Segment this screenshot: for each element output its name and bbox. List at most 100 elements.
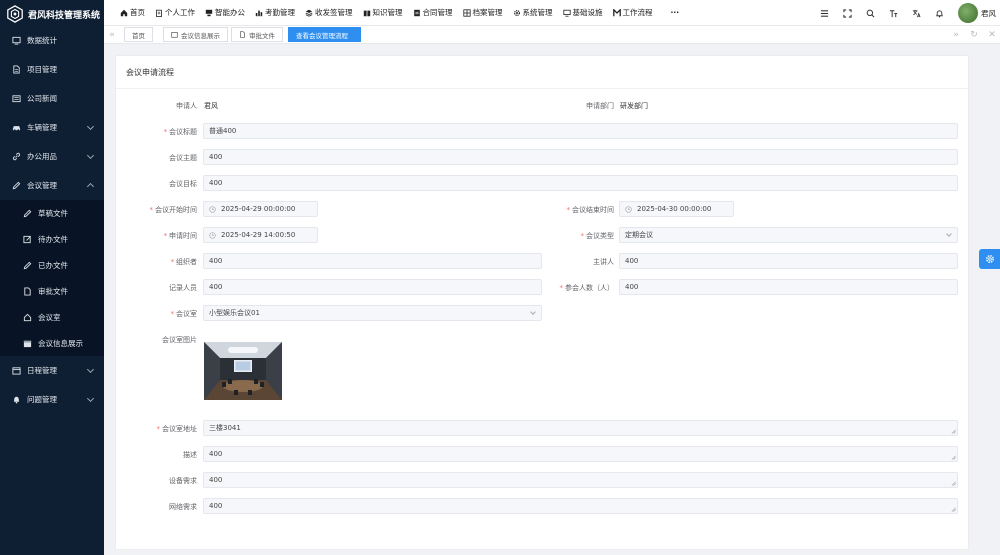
topnav-home[interactable]: 首页	[120, 7, 145, 18]
tags-scroll-right-icon[interactable]: »	[948, 26, 964, 44]
submenu-item-label: 审批文件	[38, 286, 68, 296]
recorder-label: 记录人员	[169, 284, 197, 292]
meeting-room-photo	[204, 342, 282, 400]
close-icon[interactable]: ✕	[984, 26, 1000, 44]
room-select[interactable]: 小型娱乐会议01	[203, 305, 542, 321]
attendees-input[interactable]: 400	[619, 279, 958, 295]
speaker-input[interactable]: 400	[619, 253, 958, 269]
equipment-textarea[interactable]: 400	[203, 472, 958, 488]
topnav-label: 基础设施	[572, 8, 603, 17]
bell-icon[interactable]	[935, 9, 944, 18]
organizer-input[interactable]: 400	[203, 253, 542, 269]
meeting-title-label: * 会议标题	[163, 128, 198, 136]
submenu-item-rooms[interactable]: 会议室	[0, 304, 104, 330]
translate-icon[interactable]	[912, 9, 921, 18]
end-time-picker[interactable]: 2025-04-30 00:00:00	[619, 201, 734, 217]
topnav-contracts[interactable]: 合同管理	[413, 7, 453, 18]
submenu-item-drafts[interactable]: 草稿文件	[0, 200, 104, 226]
room-image[interactable]	[204, 342, 282, 400]
submenu-item-todo[interactable]: 待办文件	[0, 226, 104, 252]
settings-float-button[interactable]	[979, 249, 1000, 269]
apply-time-picker[interactable]: 2025-04-29 14:00:50	[203, 227, 318, 243]
tag-label: 审批文件	[249, 31, 275, 40]
tag-meeting-flow-active[interactable]: 查看会议管理流程	[288, 27, 361, 42]
meeting-type-select[interactable]: 定期会议	[619, 227, 958, 243]
topnav-archives[interactable]: 档案管理	[462, 7, 503, 18]
resize-handle-icon[interactable]	[951, 455, 956, 460]
tag-meeting-info[interactable]: 会议信息展示	[163, 27, 228, 42]
sidebar-item-vehicles[interactable]: 车辆管理	[0, 113, 104, 142]
search-icon[interactable]	[866, 9, 875, 18]
submenu-item-meeting-info[interactable]: 会议信息展示	[0, 330, 104, 356]
topnav-label: 智能办公	[215, 8, 245, 17]
sidebar-item-news[interactable]: 公司新闻	[0, 84, 104, 113]
start-time-picker[interactable]: 2025-04-29 00:00:00	[203, 201, 318, 217]
organizer-label: * 组织者	[170, 258, 198, 266]
subject-input[interactable]: 400	[203, 149, 958, 165]
topnav-label: 工作流程	[622, 8, 653, 17]
font-size-icon[interactable]	[889, 9, 898, 18]
resize-handle-icon[interactable]	[951, 481, 956, 486]
calendar-icon	[12, 367, 21, 375]
network-textarea[interactable]: 400	[203, 498, 958, 514]
topnav-infrastructure[interactable]: 基础设施	[562, 7, 603, 18]
logo[interactable]: 君风科技管理系统	[0, 0, 104, 28]
goal-label: 会议目标	[169, 180, 197, 188]
sidebar-item-supplies[interactable]: 办公用品	[0, 142, 104, 171]
document-icon	[240, 31, 245, 38]
link-icon	[12, 152, 21, 161]
top-right-tools: 君风	[820, 0, 1000, 26]
sidebar-item-label: 办公用品	[27, 152, 57, 161]
submenu-item-approval[interactable]: 审批文件	[0, 278, 104, 304]
menu-icon[interactable]	[820, 9, 829, 18]
topnav-system[interactable]: 系统管理	[513, 7, 553, 18]
topnav-attendance[interactable]: 考勤管理	[255, 7, 295, 18]
goal-input[interactable]: 400	[203, 175, 958, 191]
workflow-icon	[612, 8, 621, 16]
subject-label: 会议主题	[169, 154, 197, 162]
topnav-more[interactable]: ···	[671, 8, 680, 17]
clock-icon	[625, 205, 632, 213]
submenu-item-label: 已办文件	[38, 260, 68, 270]
chevron-down-icon	[86, 122, 95, 131]
tag-approval[interactable]: 审批文件	[231, 27, 283, 42]
sidebar-item-stats[interactable]: 数据统计	[0, 26, 104, 55]
sidebar-item-issues[interactable]: 问题管理	[0, 385, 104, 414]
avatar[interactable]	[958, 3, 978, 23]
username[interactable]: 君风	[981, 8, 996, 19]
sidebar-item-schedule[interactable]: 日程管理	[0, 356, 104, 385]
sidebar-item-label: 会议管理	[27, 181, 57, 190]
topnav-knowledge[interactable]: 知识管理	[363, 7, 403, 18]
chevron-up-icon	[86, 182, 95, 191]
gear-icon	[513, 9, 520, 16]
sidebar: 君风科技管理系统 数据统计 项目管理 公司新闻 车辆管理 办公用品 会议管理 草…	[0, 0, 104, 555]
topnav-smart-office[interactable]: 智能办公	[205, 7, 245, 18]
car-icon	[12, 126, 21, 132]
clock-icon	[209, 231, 216, 239]
resize-handle-icon[interactable]	[951, 429, 956, 434]
address-textarea[interactable]: 三楼3041	[203, 420, 958, 436]
room-image-label: 会议室图片	[162, 336, 197, 344]
sidebar-item-meetings[interactable]: 会议管理	[0, 171, 104, 200]
dept-value: 研发部门	[620, 102, 648, 110]
applicant-label: 申请人	[176, 102, 197, 110]
meeting-title-input[interactable]: 普通400	[203, 123, 958, 139]
fullscreen-icon[interactable]	[843, 8, 852, 18]
submenu-item-label: 会议室	[38, 312, 61, 322]
desc-textarea[interactable]: 400	[203, 446, 958, 462]
submenu-item-done[interactable]: 已办文件	[0, 252, 104, 278]
tags-scroll-left-icon[interactable]: «	[104, 26, 120, 44]
topnav-workflow[interactable]: 工作流程	[612, 7, 653, 18]
chevron-down-icon	[86, 365, 95, 374]
tag-home[interactable]: 首页	[124, 27, 153, 42]
layers-icon	[305, 9, 313, 17]
recorder-input[interactable]: 400	[203, 279, 542, 295]
contract-icon	[413, 9, 420, 16]
topnav-dispatch[interactable]: 收发签管理	[305, 7, 353, 18]
topnav-label: 系统管理	[522, 8, 553, 17]
sidebar-item-projects[interactable]: 项目管理	[0, 55, 104, 84]
start-time-label: * 会议开始时间	[149, 206, 198, 214]
topnav-personal[interactable]: 个人工作	[155, 7, 195, 18]
resize-handle-icon[interactable]	[951, 507, 956, 512]
refresh-icon[interactable]: ↻	[966, 26, 982, 44]
